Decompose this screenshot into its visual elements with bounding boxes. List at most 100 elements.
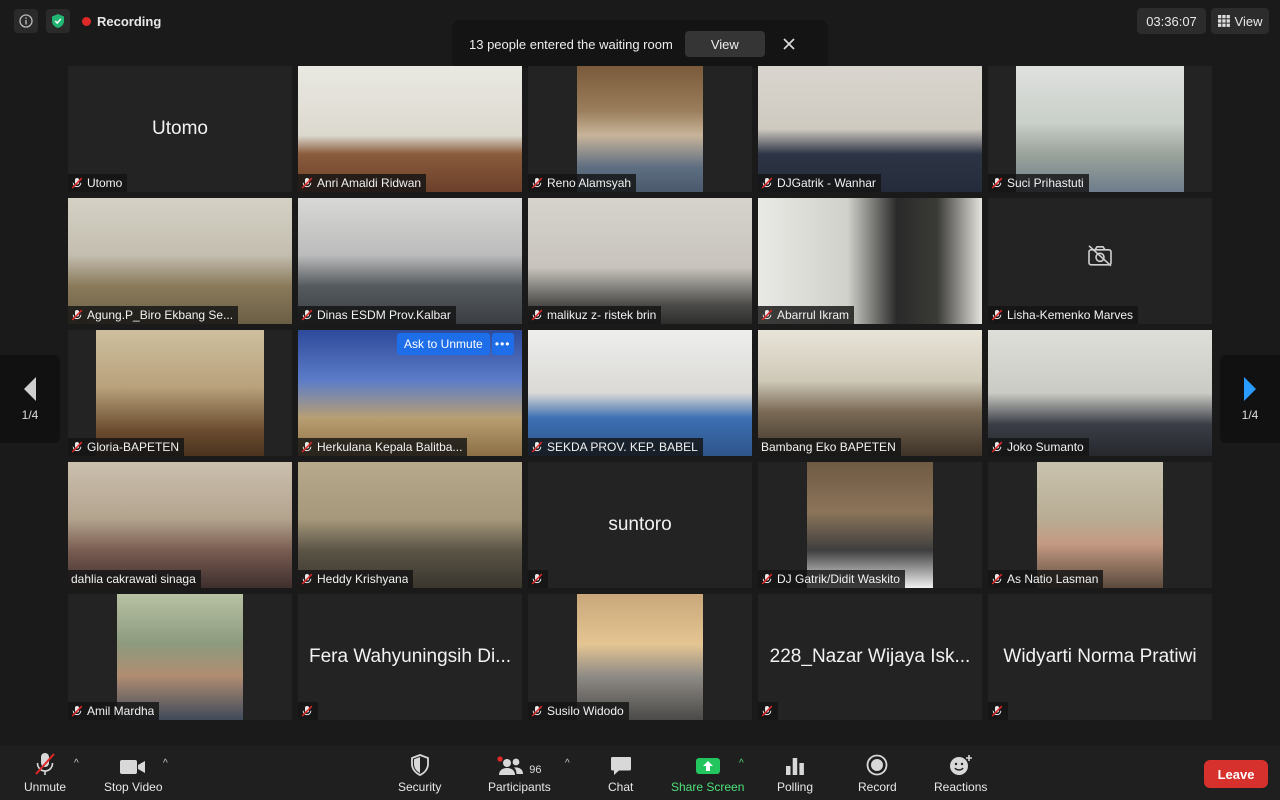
participant-tile[interactable]: Widyarti Norma Pratiwi	[988, 594, 1212, 720]
participant-name: Anri Amaldi Ridwan	[317, 176, 422, 190]
recording-indicator[interactable]: Recording	[82, 14, 161, 29]
participant-tile[interactable]: suntoro	[528, 462, 752, 588]
notification-view-button[interactable]: View	[684, 31, 765, 57]
participant-name-tag: As Natio Lasman	[988, 570, 1104, 588]
participant-name-tag: Gloria-BAPETEN	[68, 438, 185, 456]
share-screen-button[interactable]: Share Screen	[671, 752, 744, 794]
participant-video-grid: Utomo Utomo Anri Amaldi Ridwan Reno Alamsya…	[68, 66, 1212, 720]
participant-display-name-text: 228_Nazar Wijaya Isk...	[769, 646, 971, 667]
chevron-left-icon	[24, 377, 36, 401]
participant-name: Suci Prihastuti	[1007, 176, 1084, 190]
view-button[interactable]: View	[1211, 8, 1269, 34]
chevron-right-icon	[1244, 377, 1256, 401]
participant-display-name-text: Fera Wahyuningsih Di...	[308, 646, 512, 667]
participant-name-tag: Herkulana Kepala Balitba...	[298, 438, 468, 456]
participant-tile[interactable]: 228_Nazar Wijaya Isk...	[758, 594, 982, 720]
participant-name: dahlia cakrawati sinaga	[71, 572, 196, 586]
chevron-up-icon[interactable]: ^	[565, 758, 570, 769]
participant-name-tag: Bambang Eko BAPETEN	[758, 438, 901, 456]
unmute-label: Unmute	[24, 780, 67, 794]
close-icon[interactable]	[779, 34, 799, 54]
reactions-button[interactable]: Reactions	[934, 752, 987, 794]
record-icon	[866, 754, 888, 776]
recording-dot-icon	[82, 16, 91, 26]
participant-tile[interactable]: DJ Gatrik/Didit Waskito	[758, 462, 982, 588]
participant-display-name: suntoro	[528, 462, 752, 588]
participant-tile[interactable]: As Natio Lasman	[988, 462, 1212, 588]
video-camera-icon	[120, 760, 146, 774]
participant-tile[interactable]: Susilo Widodo	[528, 594, 752, 720]
participant-tile[interactable]: dahlia cakrawati sinaga	[68, 462, 292, 588]
next-page-button[interactable]: 1/4	[1220, 355, 1280, 443]
zoom-meeting-window: Recording 13 people entered the waiting …	[0, 0, 1280, 800]
stop-video-button[interactable]: Stop Video	[104, 752, 163, 794]
microphone-muted-icon	[991, 573, 1003, 585]
shield-check-icon[interactable]	[46, 9, 70, 33]
info-icon[interactable]	[14, 9, 38, 33]
tile-hover-actions: Ask to Unmute •••	[397, 333, 514, 355]
participant-tile[interactable]: Joko Sumanto	[988, 330, 1212, 456]
participant-tile[interactable]: Dinas ESDM Prov.Kalbar	[298, 198, 522, 324]
unmute-button[interactable]: Unmute	[24, 752, 66, 794]
participant-name-tag: Susilo Widodo	[528, 702, 629, 720]
waiting-room-notification: 13 people entered the waiting room View	[452, 20, 828, 68]
participant-name-tag	[758, 702, 778, 720]
chat-button[interactable]: Chat	[608, 752, 633, 794]
participant-tile[interactable]: SEKDA PROV. KEP. BABEL	[528, 330, 752, 456]
microphone-muted-icon	[991, 705, 1003, 717]
participant-name: Lisha-Kemenko Marves	[1007, 308, 1134, 322]
participant-tile[interactable]: Agung.P_Biro Ekbang Se...	[68, 198, 292, 324]
participants-count: 96	[529, 764, 542, 776]
previous-page-button[interactable]: 1/4	[0, 355, 60, 443]
participant-tile[interactable]: Anri Amaldi Ridwan	[298, 66, 522, 192]
microphone-muted-icon	[71, 705, 83, 717]
participant-name: Gloria-BAPETEN	[87, 440, 180, 454]
participant-name: Abarrul Ikram	[777, 308, 850, 322]
participant-name-tag: Suci Prihastuti	[988, 174, 1089, 192]
participant-tile[interactable]: Amil Mardha	[68, 594, 292, 720]
participant-name: malikuz z- ristek brin	[547, 308, 657, 322]
microphone-muted-icon	[991, 177, 1003, 189]
notification-text: 13 people entered the waiting room	[469, 36, 673, 52]
participant-name: Utomo	[87, 176, 123, 190]
microphone-muted-icon	[71, 309, 83, 321]
microphone-muted-icon	[301, 309, 313, 321]
chevron-up-icon[interactable]: ^	[74, 758, 79, 769]
participant-name-tag: Utomo	[68, 174, 128, 192]
participant-name-tag: Dinas ESDM Prov.Kalbar	[298, 306, 456, 324]
participant-name: Bambang Eko BAPETEN	[761, 440, 896, 454]
participants-icon	[497, 756, 524, 775]
participant-tile[interactable]: Suci Prihastuti	[988, 66, 1212, 192]
participant-name: Dinas ESDM Prov.Kalbar	[317, 308, 451, 322]
security-button[interactable]: Security	[398, 752, 441, 794]
participant-tile[interactable]: Reno Alamsyah	[528, 66, 752, 192]
participant-tile[interactable]: Gloria-BAPETEN	[68, 330, 292, 456]
participant-tile[interactable]: Heddy Krishyana	[298, 462, 522, 588]
participant-tile[interactable]: Ask to Unmute ••• Herkulana Kepala Balitba…	[298, 330, 522, 456]
participant-name: Agung.P_Biro Ekbang Se...	[87, 308, 234, 322]
participant-name: Reno Alamsyah	[547, 176, 632, 190]
polling-button[interactable]: Polling	[777, 752, 813, 794]
record-button[interactable]: Record	[858, 752, 897, 794]
chevron-up-icon[interactable]: ^	[739, 758, 744, 769]
participant-tile[interactable]: Fera Wahyuningsih Di...	[298, 594, 522, 720]
participants-button[interactable]: 96 Participants	[488, 752, 551, 794]
chevron-up-icon[interactable]: ^	[163, 758, 168, 769]
participant-tile[interactable]: malikuz z- ristek brin	[528, 198, 752, 324]
participant-name: Amil Mardha	[87, 704, 155, 718]
participant-tile[interactable]: DJGatrik - Wanhar	[758, 66, 982, 192]
leave-button[interactable]: Leave	[1204, 760, 1268, 788]
reactions-label: Reactions	[934, 780, 988, 794]
more-options-button[interactable]: •••	[491, 333, 514, 355]
camera-off-icon	[1087, 245, 1113, 272]
participant-name: Heddy Krishyana	[317, 572, 409, 586]
ask-to-unmute-button[interactable]: Ask to Unmute	[397, 333, 490, 355]
participant-name-tag: Agung.P_Biro Ekbang Se...	[68, 306, 239, 324]
participant-display-name: 228_Nazar Wijaya Isk...	[758, 594, 982, 720]
participant-tile[interactable]: Lisha-Kemenko Marves	[988, 198, 1212, 324]
participant-tile[interactable]: Utomo Utomo	[68, 66, 292, 192]
reactions-smiley-icon	[949, 755, 972, 775]
participant-name: DJGatrik - Wanhar	[777, 176, 876, 190]
participant-tile[interactable]: Bambang Eko BAPETEN	[758, 330, 982, 456]
participant-tile[interactable]: Abarrul Ikram	[758, 198, 982, 324]
